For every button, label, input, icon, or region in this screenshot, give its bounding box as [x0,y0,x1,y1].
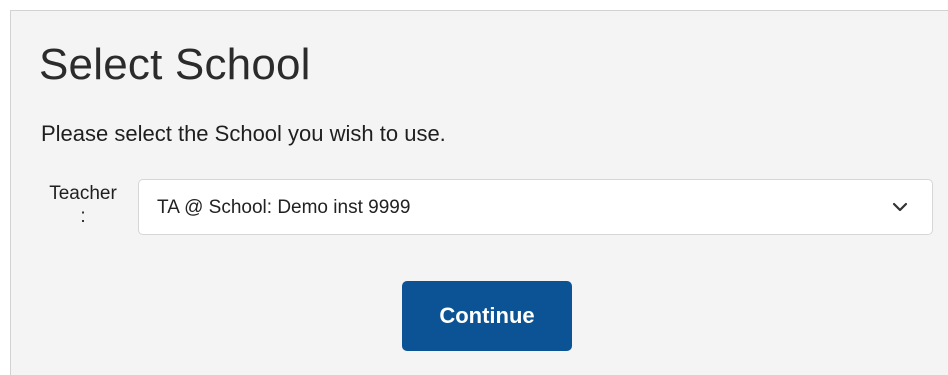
page-title: Select School [39,40,311,89]
instruction-text: Please select the School you wish to use… [41,121,446,146]
continue-button[interactable]: Continue [402,281,572,351]
chevron-down-icon [892,202,908,212]
select-school-panel: Select School Please select the School y… [10,10,948,375]
school-select-value: TA @ School: Demo inst 9999 [157,197,411,218]
teacher-field-label: Teacher : [33,181,133,227]
teacher-label-text: Teacher [49,183,117,204]
school-select-dropdown[interactable]: TA @ School: Demo inst 9999 [138,179,933,235]
teacher-label-colon: : [80,206,86,227]
